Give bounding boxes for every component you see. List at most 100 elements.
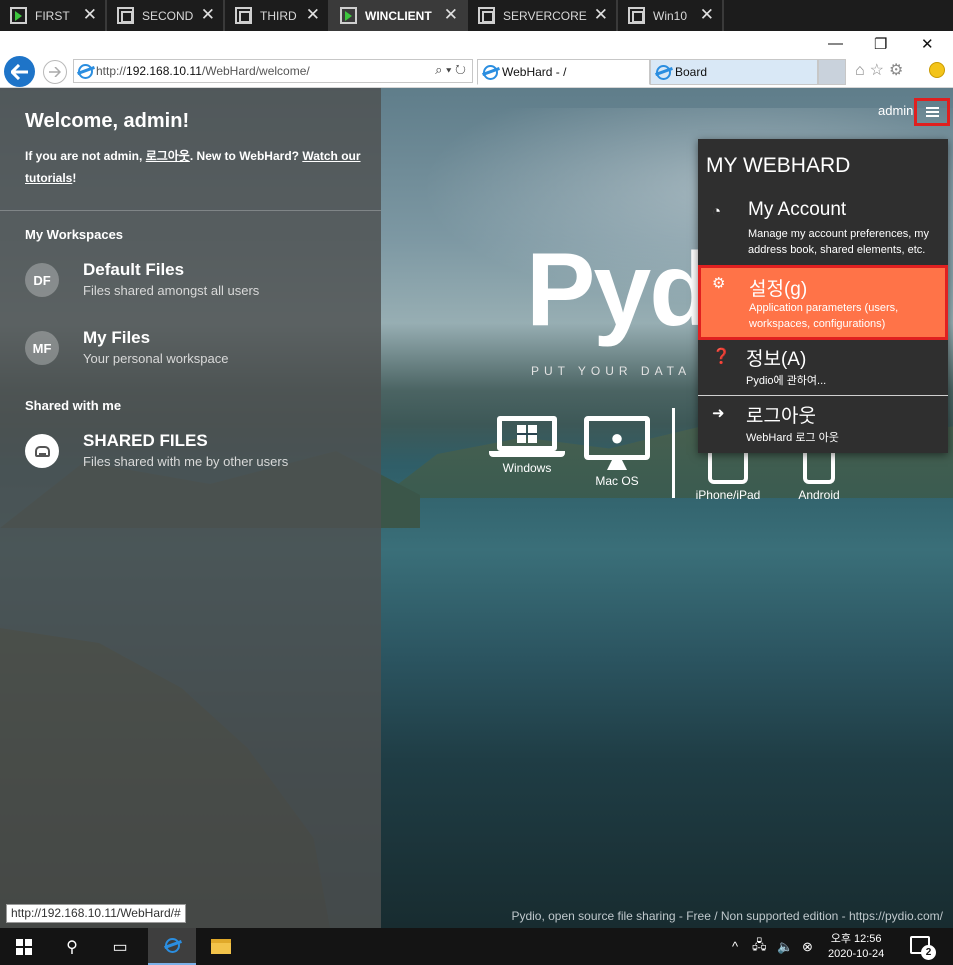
vm-window-icon xyxy=(478,7,495,24)
page-footer: Pydio, open source file sharing - Free /… xyxy=(511,909,943,923)
network-icon[interactable]: 🖧 xyxy=(752,928,767,965)
search-button[interactable]: ⚲ xyxy=(48,928,96,965)
menu-item-label: 정보(A) xyxy=(746,349,807,370)
browser-tab-webhard[interactable]: WebHard - / xyxy=(477,59,650,85)
vm-tab-win10[interactable]: Win10 ✕ xyxy=(618,0,724,31)
sub-prefix: If you are not admin, xyxy=(25,149,146,163)
close-icon[interactable]: ✕ xyxy=(201,5,215,25)
apps-separator xyxy=(672,408,675,498)
new-tab-button[interactable] xyxy=(818,59,846,85)
menu-item-desc: Manage my account preferences, my addres… xyxy=(748,228,929,256)
sub-suffix: ! xyxy=(72,171,77,185)
workspaces-heading: My Workspaces xyxy=(25,227,124,242)
sign-out-icon: ➜ xyxy=(712,405,725,422)
welcome-heading: Welcome, admin! xyxy=(25,110,190,132)
browser-tab-board[interactable]: Board xyxy=(650,59,818,85)
workspace-badge: DF xyxy=(25,263,59,297)
sub-middle: . New to WebHard? xyxy=(189,149,303,163)
folder-icon xyxy=(211,939,231,954)
vm-tab-first[interactable]: FIRST ✕ xyxy=(0,0,107,31)
taskbar-clock[interactable]: 오후 12:56 2020-10-24 xyxy=(828,932,884,962)
vm-window-icon xyxy=(235,7,252,24)
app-label: Android xyxy=(798,488,840,502)
workspace-shared-files[interactable]: SHARED FILES Files shared with me by oth… xyxy=(25,431,365,476)
clock-date: 2020-10-24 xyxy=(828,948,885,960)
ie-icon xyxy=(483,65,498,80)
vm-tab-winclient[interactable]: WINCLIENT ✕ xyxy=(330,0,468,31)
vm-window-icon xyxy=(117,7,134,24)
menu-separator xyxy=(698,395,948,396)
close-window-icon[interactable]: ✕ xyxy=(921,35,934,53)
close-icon[interactable]: ✕ xyxy=(444,5,458,25)
apple-monitor-icon: ● xyxy=(584,416,650,460)
back-button[interactable] xyxy=(4,56,35,87)
maximize-icon[interactable]: ❐ xyxy=(874,35,887,53)
defender-warning-icon[interactable]: ⊗ xyxy=(802,928,813,965)
forward-button[interactable] xyxy=(43,60,67,84)
menu-item-about[interactable]: ❓ 정보(A) Pydio에 관하여... xyxy=(698,344,948,394)
menu-item-my-account[interactable]: ◔ My Account Manage my account preferenc… xyxy=(698,199,948,267)
arrow-left-icon xyxy=(10,63,28,80)
home-star-gear-icons[interactable]: ⌂☆⚙ xyxy=(855,60,908,80)
ie-taskbar-button[interactable] xyxy=(148,928,196,965)
user-dropdown-menu: MY WEBHARD ◔ My Account Manage my accoun… xyxy=(698,139,948,453)
logout-link[interactable]: 로그아웃 xyxy=(146,149,190,163)
app-macos[interactable]: ● Mac OS xyxy=(582,416,652,488)
close-icon[interactable]: ✕ xyxy=(306,5,320,25)
smiley-icon[interactable] xyxy=(929,62,945,78)
minimize-icon[interactable]: — xyxy=(828,35,843,52)
workspace-default-files[interactable]: DF Default Files Files shared amongst al… xyxy=(25,260,365,305)
address-bar[interactable]: http://192.168.10.11/WebHard/welcome/ ⌕ … xyxy=(73,59,473,83)
app-windows[interactable]: Windows xyxy=(489,416,565,475)
workspace-desc: Files shared amongst all users xyxy=(83,283,260,298)
start-button[interactable] xyxy=(0,928,48,965)
workspace-title: Default Files xyxy=(83,260,185,279)
hamburger-menu-button[interactable] xyxy=(914,98,950,126)
browser-nav-row: http://192.168.10.11/WebHard/welcome/ ⌕ … xyxy=(0,56,953,88)
url-path: /WebHard/welcome/ xyxy=(201,64,310,78)
gears-icon: ⚙ xyxy=(712,275,726,292)
divider xyxy=(0,210,381,211)
menu-item-settings[interactable]: ⚙ 설정(g) Application parameters (users, w… xyxy=(698,265,948,340)
pydio-tagline: PUT YOUR DATA xyxy=(531,364,692,378)
vm-tab-bar: FIRST ✕ SECOND ✕ THIRD ✕ WINCLIENT ✕ SER… xyxy=(0,0,953,31)
close-icon[interactable]: ✕ xyxy=(594,5,608,25)
status-bar-url: http://192.168.10.11/WebHard/# xyxy=(6,904,186,923)
shared-heading: Shared with me xyxy=(25,398,122,413)
tray-chevron-icon[interactable]: ^ xyxy=(732,928,738,965)
app-label: iPhone/iPad xyxy=(695,488,761,502)
username-label[interactable]: admin xyxy=(878,103,913,118)
welcome-subtext: If you are not admin, 로그아웃. New to WebHa… xyxy=(25,145,365,189)
workspace-my-files[interactable]: MF My Files Your personal workspace xyxy=(25,328,365,373)
task-view-button[interactable]: ▭ xyxy=(96,928,144,965)
search-refresh-icons[interactable]: ⌕ ▾ ↻ xyxy=(435,62,466,78)
workspace-desc: Files shared with me by other users xyxy=(83,454,289,469)
question-circle-icon: ❓ xyxy=(712,348,731,365)
drive-icon xyxy=(34,445,50,457)
webhard-page: Welcome, admin! If you are not admin, 로그… xyxy=(0,88,953,928)
explorer-taskbar-button[interactable] xyxy=(197,928,245,965)
vm-tab-servercore[interactable]: SERVERCORE ✕ xyxy=(468,0,618,31)
action-center-icon[interactable]: 2 xyxy=(910,936,936,960)
ie-icon xyxy=(78,64,93,79)
close-icon[interactable]: ✕ xyxy=(700,5,714,25)
menu-item-desc: Application parameters (users, workspace… xyxy=(749,302,899,330)
close-icon[interactable]: ✕ xyxy=(83,5,97,25)
menu-item-desc: Pydio에 관하여... xyxy=(746,375,827,387)
vm-tab-third[interactable]: THIRD ✕ xyxy=(225,0,330,31)
dashboard-icon: ◔ xyxy=(712,203,722,220)
menu-item-logout[interactable]: ➜ 로그아웃 WebHard 로그 아웃 xyxy=(698,401,948,449)
vm-tab-label: THIRD xyxy=(260,8,297,23)
vm-play-icon xyxy=(10,7,27,24)
app-label: Mac OS xyxy=(595,474,639,488)
window-titlebar: — ❐ ✕ xyxy=(0,31,953,56)
windows-logo-icon xyxy=(16,938,32,955)
vm-tab-label: FIRST xyxy=(35,8,70,23)
ie-icon xyxy=(656,65,671,80)
workspace-badge xyxy=(25,434,59,468)
task-view-icon: ▭ xyxy=(112,938,128,956)
menu-item-label: 로그아웃 xyxy=(746,406,816,427)
vm-tab-second[interactable]: SECOND ✕ xyxy=(107,0,225,31)
windows-laptop-icon xyxy=(497,416,557,451)
volume-muted-icon[interactable]: 🔈 xyxy=(777,928,793,965)
